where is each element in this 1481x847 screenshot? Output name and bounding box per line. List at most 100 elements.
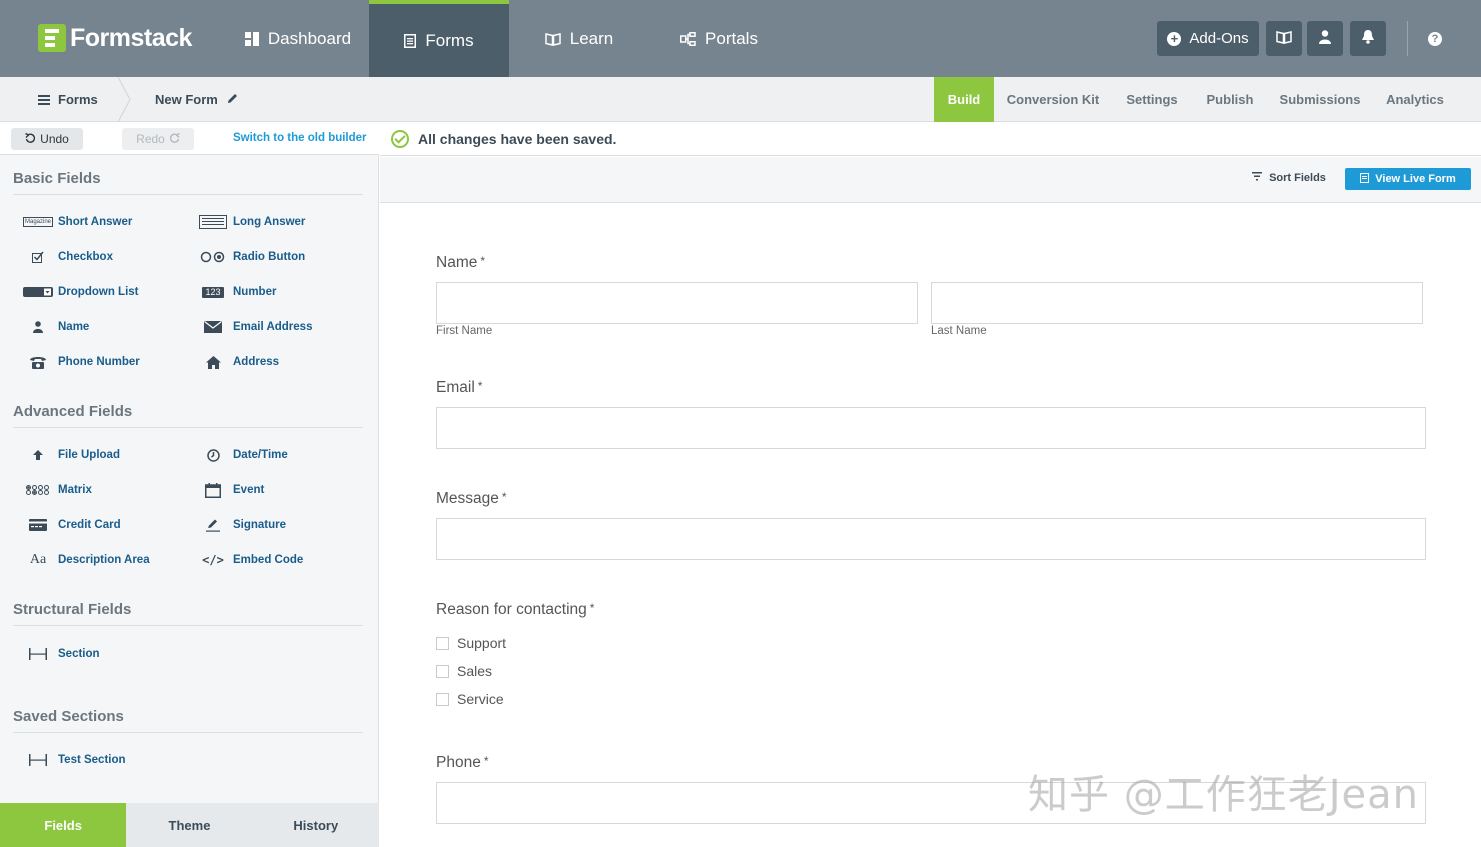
field-credit-card[interactable]: Credit Card (23, 517, 121, 533)
book-icon (1276, 30, 1292, 48)
user-account-button[interactable] (1307, 21, 1343, 56)
required-marker: * (480, 254, 486, 268)
tab-theme[interactable]: Theme (126, 803, 252, 847)
pencil-icon[interactable] (226, 92, 239, 108)
tab-publish[interactable]: Publish (1192, 77, 1268, 122)
checkbox[interactable] (436, 664, 449, 678)
field-file-upload[interactable]: File Upload (23, 447, 120, 463)
section-divider (13, 732, 363, 733)
field-address[interactable]: Address (198, 354, 279, 370)
tab-history[interactable]: History (253, 803, 379, 847)
reason-option-service[interactable]: Service (436, 691, 504, 707)
undo-button[interactable]: Undo (11, 128, 83, 150)
signature-pen-icon (198, 519, 228, 532)
required-marker: * (589, 601, 595, 615)
help-icon[interactable]: ? (1428, 32, 1442, 46)
field-checkbox[interactable]: Checkbox (23, 249, 113, 265)
short-answer-icon: Magazine (23, 217, 54, 227)
switch-old-builder-link[interactable]: Switch to the old builder (233, 132, 367, 144)
sort-fields-button[interactable]: Sort Fields (1252, 172, 1326, 184)
tab-submissions[interactable]: Submissions (1268, 77, 1372, 122)
tab-settings[interactable]: Settings (1112, 77, 1192, 122)
field-section[interactable]: Section (23, 646, 100, 662)
field-date-time[interactable]: Date/Time (198, 447, 288, 463)
field-name[interactable]: Name (23, 319, 89, 335)
dropdown-icon (23, 287, 53, 297)
field-description-area[interactable]: Aa Description Area (23, 552, 150, 568)
first-name-input[interactable] (436, 282, 918, 324)
basic-fields-heading: Basic Fields (13, 170, 101, 187)
field-short-answer[interactable]: Magazine Short Answer (23, 214, 132, 230)
radio-button-icon (198, 251, 228, 263)
saved-sections-heading: Saved Sections (13, 708, 124, 725)
field-signature[interactable]: Signature (198, 517, 286, 533)
matrix-icon (23, 485, 53, 495)
reason-option-sales[interactable]: Sales (436, 663, 492, 679)
save-status-text: All changes have been saved. (418, 131, 617, 147)
phone-field-label[interactable]: Phone * (436, 754, 489, 772)
book-icon (545, 32, 561, 46)
checkbox[interactable] (436, 692, 449, 706)
history-controls: Undo Redo Switch to the old builder (0, 122, 379, 155)
person-icon (23, 321, 53, 333)
bell-icon (1361, 29, 1375, 48)
form-tools-bar: Sort Fields View Live Form (380, 157, 1481, 203)
toolbar-divider (1407, 21, 1408, 56)
name-field-label[interactable]: Name * (436, 254, 485, 272)
tab-conversion-kit[interactable]: Conversion Kit (994, 77, 1112, 122)
forms-icon (404, 33, 417, 48)
checkbox[interactable] (436, 636, 449, 650)
reason-field-label[interactable]: Reason for contacting * (436, 601, 594, 619)
nav-portals[interactable]: Portals (649, 0, 789, 77)
checkbox-icon (23, 251, 53, 263)
field-radio-button[interactable]: Radio Button (198, 249, 305, 265)
field-email-address[interactable]: Email Address (198, 319, 312, 335)
tab-build[interactable]: Build (934, 77, 994, 122)
resources-button[interactable] (1266, 21, 1302, 56)
message-input[interactable] (436, 518, 1426, 560)
message-field-label[interactable]: Message * (436, 490, 507, 508)
notifications-button[interactable] (1350, 21, 1386, 56)
required-marker: * (501, 490, 507, 504)
watermark-text: 知乎 @工作狂老Jean (1028, 772, 1419, 818)
tab-analytics[interactable]: Analytics (1372, 77, 1458, 122)
nav-learn[interactable]: Learn (509, 0, 649, 77)
email-input[interactable] (436, 407, 1426, 449)
last-name-sublabel: Last Name (931, 325, 987, 337)
credit-card-icon (23, 519, 53, 531)
field-matrix[interactable]: Matrix (23, 482, 92, 498)
tab-fields[interactable]: Fields (0, 803, 127, 847)
formstack-logo[interactable]: Formstack (38, 22, 192, 54)
field-phone-number[interactable]: Phone Number (23, 354, 140, 370)
sort-fields-label: Sort Fields (1269, 172, 1326, 184)
section-icon (23, 754, 53, 766)
field-embed-code[interactable]: </> Embed Code (198, 552, 303, 568)
nav-dashboard[interactable]: Dashboard (228, 0, 368, 77)
dashboard-icon (244, 31, 259, 46)
field-number[interactable]: 123 Number (198, 284, 276, 300)
breadcrumb-current-form[interactable]: New Form (155, 77, 239, 122)
view-live-form-label: View Live Form (1375, 173, 1456, 185)
nav-portals-label: Portals (705, 28, 758, 48)
redo-button[interactable]: Redo (122, 128, 194, 150)
field-test-section[interactable]: Test Section (23, 752, 126, 768)
add-ons-button[interactable]: + Add-Ons (1157, 21, 1259, 56)
field-long-answer[interactable]: Long Answer (198, 214, 305, 230)
upload-arrow-icon (23, 450, 53, 460)
view-live-form-button[interactable]: View Live Form (1345, 168, 1471, 190)
breadcrumb-forms[interactable]: Forms (38, 77, 98, 122)
structural-fields-heading: Structural Fields (13, 601, 132, 618)
external-window-icon (1360, 172, 1370, 186)
redo-icon (169, 132, 180, 146)
reason-option-support[interactable]: Support (436, 635, 506, 651)
list-icon (38, 94, 50, 105)
undo-label: Undo (40, 132, 69, 146)
nav-dashboard-label: Dashboard (267, 28, 352, 48)
field-dropdown-list[interactable]: Dropdown List (23, 284, 139, 300)
nav-forms[interactable]: Forms (369, 0, 509, 77)
plus-circle-icon: + (1167, 31, 1182, 46)
sort-icon (1252, 172, 1265, 184)
email-field-label[interactable]: Email * (436, 379, 482, 397)
last-name-input[interactable] (931, 282, 1423, 324)
field-event[interactable]: Event (198, 482, 264, 498)
